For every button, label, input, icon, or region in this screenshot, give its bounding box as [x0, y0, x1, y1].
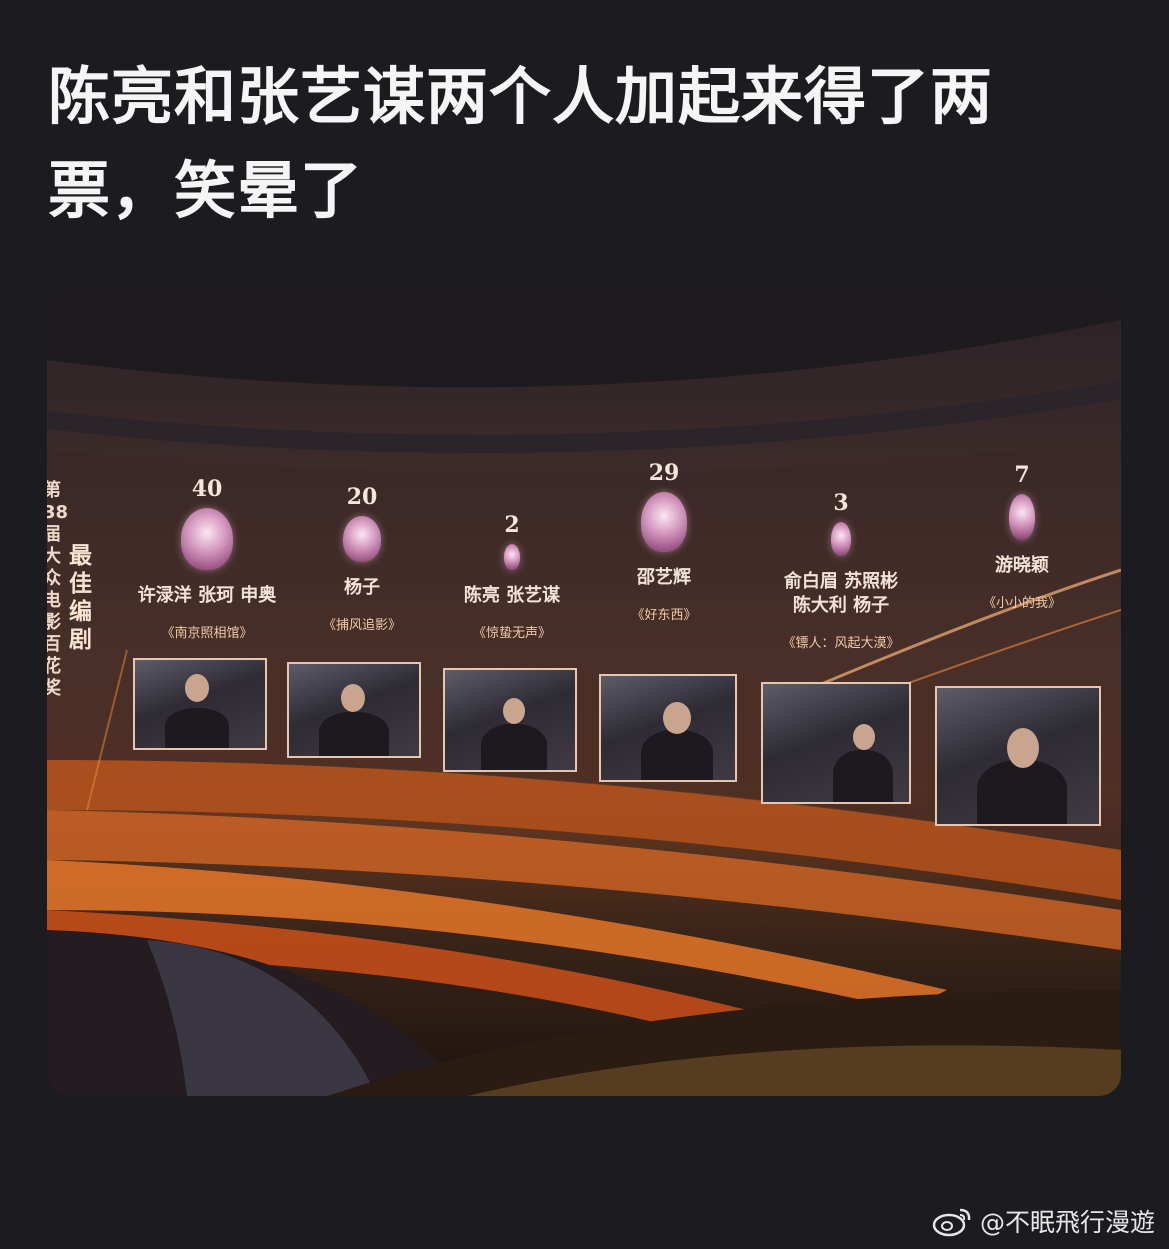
vote-count: 20	[346, 484, 378, 510]
nominee-card: 3 俞白眉 苏照彬 陈大利 杨子 《镖人：风起大漠》	[767, 490, 915, 651]
live-camera-feed	[761, 682, 911, 804]
nominee-names: 陈亮 张艺谋	[463, 585, 561, 606]
film-title: 《惊蛰无声》	[472, 626, 551, 641]
film-title: 《好东西》	[631, 608, 697, 623]
post-title: 陈亮和张艺谋两个人加起来得了两票，笑晕了	[48, 60, 994, 227]
live-camera-feed	[443, 668, 577, 772]
nominee-names: 许渌洋 张珂 申奥	[137, 585, 277, 606]
live-camera-feed	[133, 658, 267, 750]
watermark-text: @不眠飛行漫遊	[979, 1208, 1155, 1237]
vote-count: 29	[648, 460, 680, 486]
weibo-icon	[932, 1208, 971, 1237]
vote-count: 7	[1014, 462, 1030, 488]
trophy-gem-icon	[504, 544, 520, 570]
weibo-watermark: @不眠飛行漫遊	[932, 1203, 1155, 1239]
live-camera-feed	[287, 662, 421, 758]
vote-count: 2	[504, 512, 520, 538]
trophy-gem-icon	[831, 522, 851, 556]
trophy-gem-icon	[181, 508, 233, 570]
film-title: 《捕风追影》	[322, 618, 401, 633]
nominee-names: 邵艺辉	[637, 567, 691, 588]
nominee-card: 2 陈亮 张艺谋 《惊蛰无声》	[447, 512, 577, 641]
trophy-gem-icon	[343, 516, 381, 562]
film-title: 《镖人：风起大漠》	[782, 636, 900, 651]
award-category: 最佳编剧	[69, 543, 92, 653]
ceremony-photo[interactable]: 第38届大众电影百花奖 最佳编剧 40 许渌洋 张珂 申奥 《南京照相馆》 20…	[47, 290, 1121, 1096]
nominee-card: 20 杨子 《捕风追影》	[297, 484, 427, 633]
film-title: 《小小的我》	[982, 596, 1061, 611]
nominee-names: 游晓颖	[995, 555, 1049, 576]
award-screen: 第38届大众电影百花奖 最佳编剧 40 许渌洋 张珂 申奥 《南京照相馆》 20…	[47, 290, 1121, 826]
live-camera-feed	[599, 674, 737, 782]
vote-count: 3	[833, 490, 849, 516]
nominee-card: 40 许渌洋 张珂 申奥 《南京照相馆》	[137, 476, 277, 641]
film-title: 《南京照相馆》	[161, 626, 253, 641]
nominee-names: 杨子	[344, 577, 380, 598]
nominee-card: 7 游晓颖 《小小的我》	[957, 462, 1087, 611]
nominee-card: 29 邵艺辉 《好东西》	[599, 460, 729, 623]
nominee-names: 俞白眉 苏照彬 陈大利 杨子	[783, 571, 899, 616]
trophy-gem-icon	[641, 492, 687, 552]
vote-count: 40	[191, 476, 223, 502]
trophy-gem-icon	[1009, 494, 1035, 540]
live-camera-feed	[935, 686, 1101, 826]
